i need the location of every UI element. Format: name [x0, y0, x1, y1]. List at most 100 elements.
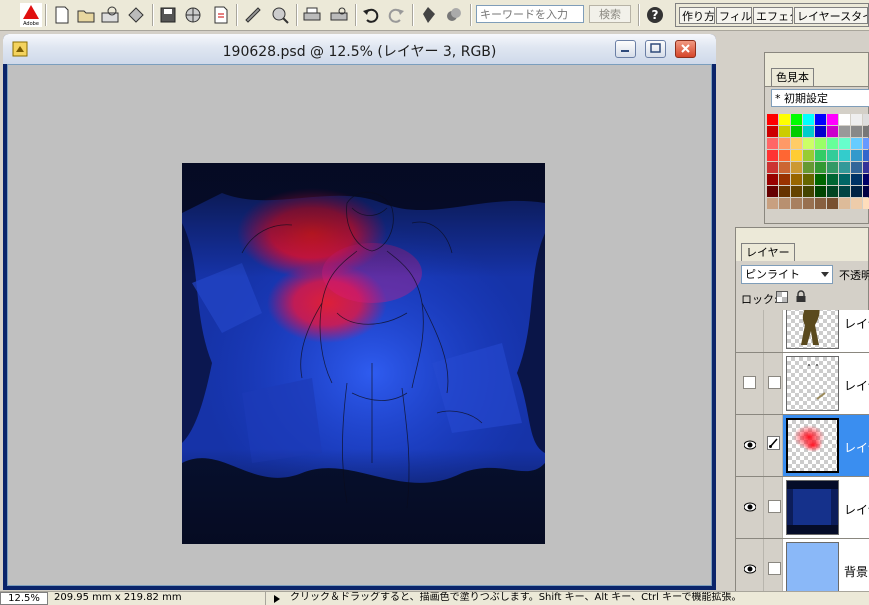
swatch-cell[interactable]: [827, 174, 838, 185]
swatch-cell[interactable]: [839, 186, 850, 197]
new-file-icon[interactable]: [52, 5, 72, 25]
visibility-toggle[interactable]: [736, 310, 764, 352]
search-button[interactable]: 検索: [589, 5, 631, 23]
swatch-cell[interactable]: [851, 198, 862, 209]
swatch-cell[interactable]: [827, 126, 838, 137]
swatch-cell[interactable]: [827, 138, 838, 149]
swatch-cell[interactable]: [791, 126, 802, 137]
layer-row[interactable]: レイヤー: [736, 476, 869, 538]
artwork-canvas[interactable]: [182, 163, 545, 544]
swatch-cell[interactable]: [863, 126, 869, 137]
swatch-cell[interactable]: [803, 150, 814, 161]
swatch-cell[interactable]: [827, 150, 838, 161]
palette-well-tab-filter[interactable]: フィルタ: [716, 7, 752, 24]
swatch-cell[interactable]: [851, 150, 862, 161]
visibility-toggle[interactable]: [736, 539, 764, 592]
swatch-cell[interactable]: [779, 114, 790, 125]
maximize-button[interactable]: [645, 40, 666, 58]
swatch-cell[interactable]: [839, 162, 850, 173]
save-for-web-icon[interactable]: [183, 5, 203, 25]
swatch-cell[interactable]: [791, 198, 802, 209]
swatch-cell[interactable]: [863, 114, 869, 125]
swatch-cell[interactable]: [803, 126, 814, 137]
tab-layers[interactable]: レイヤー: [741, 243, 795, 261]
link-toggle[interactable]: [764, 477, 783, 538]
swatch-cell[interactable]: [827, 162, 838, 173]
swatch-cell[interactable]: [803, 114, 814, 125]
swatch-cell[interactable]: [851, 162, 862, 173]
swatch-cell[interactable]: [815, 198, 826, 209]
print-preview-icon[interactable]: [329, 5, 349, 25]
link-toggle[interactable]: [764, 310, 783, 352]
redo-icon[interactable]: [386, 5, 406, 25]
swatch-cell[interactable]: [815, 138, 826, 149]
swatch-cell[interactable]: [767, 186, 778, 197]
swatch-cell[interactable]: [839, 198, 850, 209]
swatch-cell[interactable]: [767, 174, 778, 185]
swatch-cell[interactable]: [851, 114, 862, 125]
layer-row[interactable]: レイヤー: [736, 310, 869, 352]
adobe-logo-icon[interactable]: Adobe: [20, 3, 42, 27]
swatch-cell[interactable]: [863, 138, 869, 149]
swatch-cell[interactable]: [815, 162, 826, 173]
swatch-cell[interactable]: [791, 186, 802, 197]
layer-row[interactable]: レイヤー: [736, 352, 869, 414]
document-canvas-area[interactable]: [7, 64, 712, 586]
link-checkbox[interactable]: [768, 562, 781, 575]
swatch-cell[interactable]: [791, 114, 802, 125]
swatch-cell[interactable]: [767, 150, 778, 161]
eye-icon[interactable]: [744, 501, 756, 513]
open-folder-icon[interactable]: [76, 5, 96, 25]
browse-icon[interactable]: [100, 5, 120, 25]
swatch-cell[interactable]: [815, 186, 826, 197]
tab-swatches[interactable]: 色見本: [771, 68, 814, 86]
lock-transparency-icon[interactable]: [776, 291, 788, 303]
blend-mode-select[interactable]: ピンライト: [741, 265, 833, 284]
link-checkbox[interactable]: [768, 500, 781, 513]
swatch-cell[interactable]: [779, 162, 790, 173]
swatch-cell[interactable]: [779, 126, 790, 137]
minimize-button[interactable]: [615, 40, 636, 58]
palette-well-tab-effect[interactable]: エフェクト: [753, 7, 793, 24]
swatch-cell[interactable]: [815, 114, 826, 125]
search-input[interactable]: [476, 5, 584, 23]
save-icon[interactable]: [158, 5, 178, 25]
swatch-cell[interactable]: [779, 138, 790, 149]
print-icon[interactable]: [302, 5, 322, 25]
swatch-cell[interactable]: [779, 186, 790, 197]
palette-well-tab-layer-style[interactable]: レイヤースタイル: [794, 7, 868, 24]
swatch-cell[interactable]: [827, 198, 838, 209]
swatch-cell[interactable]: [767, 126, 778, 137]
link-checkbox[interactable]: [768, 376, 781, 389]
swatch-cell[interactable]: [851, 126, 862, 137]
swatch-cell[interactable]: [791, 138, 802, 149]
link-toggle[interactable]: [764, 353, 783, 414]
adjustment-layer-icon[interactable]: [444, 5, 464, 25]
pdf-icon[interactable]: [211, 5, 231, 25]
swatch-cell[interactable]: [827, 186, 838, 197]
swatch-cell[interactable]: [827, 114, 838, 125]
swatch-cell[interactable]: [839, 138, 850, 149]
document-titlebar[interactable]: 190628.psd @ 12.5% (レイヤー 3, RGB): [3, 34, 716, 64]
page-setup-icon[interactable]: [270, 5, 290, 25]
swatch-cell[interactable]: [779, 150, 790, 161]
swatch-cell[interactable]: [803, 162, 814, 173]
swatch-preset-select[interactable]: * 初期設定: [771, 89, 869, 107]
swatch-cell[interactable]: [791, 174, 802, 185]
visibility-toggle[interactable]: [736, 477, 764, 538]
document-size[interactable]: 209.95 mm x 219.82 mm: [50, 592, 266, 605]
swatch-cell[interactable]: [815, 150, 826, 161]
undo-icon[interactable]: [361, 5, 381, 25]
swatch-cell[interactable]: [839, 174, 850, 185]
eye-icon[interactable]: [744, 563, 756, 575]
swatch-cell[interactable]: [863, 198, 869, 209]
visibility-toggle[interactable]: [736, 415, 764, 476]
swatch-cell[interactable]: [851, 174, 862, 185]
swatch-cell[interactable]: [767, 114, 778, 125]
palette-well-tab-howto[interactable]: 作り方: [679, 7, 715, 24]
swatch-cell[interactable]: [863, 186, 869, 197]
swatch-cell[interactable]: [815, 126, 826, 137]
swatch-cell[interactable]: [791, 162, 802, 173]
swatch-cell[interactable]: [791, 150, 802, 161]
close-button[interactable]: [675, 40, 696, 58]
